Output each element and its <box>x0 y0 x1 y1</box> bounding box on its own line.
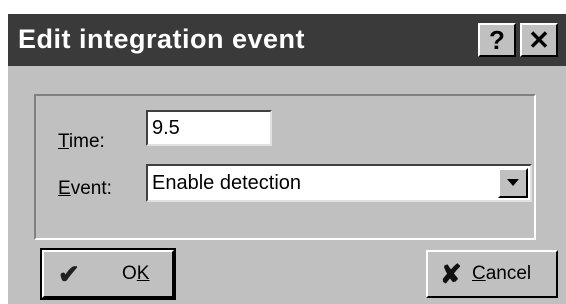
time-label-text: ime: <box>68 131 105 152</box>
cancel-label-mnemonic: C <box>472 263 486 284</box>
check-icon: ✔ <box>58 259 80 289</box>
event-select[interactable]: Enable detection <box>146 164 532 202</box>
ok-label-pre: O <box>122 263 137 284</box>
event-label-text: vent: <box>70 178 112 199</box>
event-selected-value: Enable detection <box>152 172 302 194</box>
time-label: Time: <box>58 131 105 153</box>
cancel-button[interactable]: ✘ Cancel <box>426 250 558 298</box>
ok-button[interactable]: ✔ OK <box>40 248 176 300</box>
chevron-down-icon <box>507 179 519 186</box>
ok-button-label: OK <box>122 263 149 285</box>
close-icon: ✕ <box>528 25 550 55</box>
dialog-title: Edit integration event <box>18 24 306 54</box>
help-button[interactable]: ? <box>478 23 516 57</box>
event-label-mnemonic: E <box>58 178 71 199</box>
event-label: Event: <box>58 178 112 200</box>
x-cross-icon: ✘ <box>440 259 462 289</box>
title-bar[interactable]: Edit integration event ? ✕ <box>8 14 566 66</box>
question-mark-icon: ? <box>489 25 505 55</box>
time-value: 9.5 <box>152 117 180 139</box>
time-label-mnemonic: T <box>58 131 69 152</box>
cancel-button-label: Cancel <box>472 263 531 285</box>
event-dropdown-button[interactable] <box>498 168 528 198</box>
edit-integration-event-dialog: Edit integration event ? ✕ Time: 9.5 Eve… <box>6 12 566 304</box>
close-button[interactable]: ✕ <box>520 23 558 57</box>
cancel-label-post: ancel <box>485 263 532 284</box>
time-input[interactable]: 9.5 <box>146 110 272 146</box>
ok-label-mnemonic: K <box>136 263 150 284</box>
